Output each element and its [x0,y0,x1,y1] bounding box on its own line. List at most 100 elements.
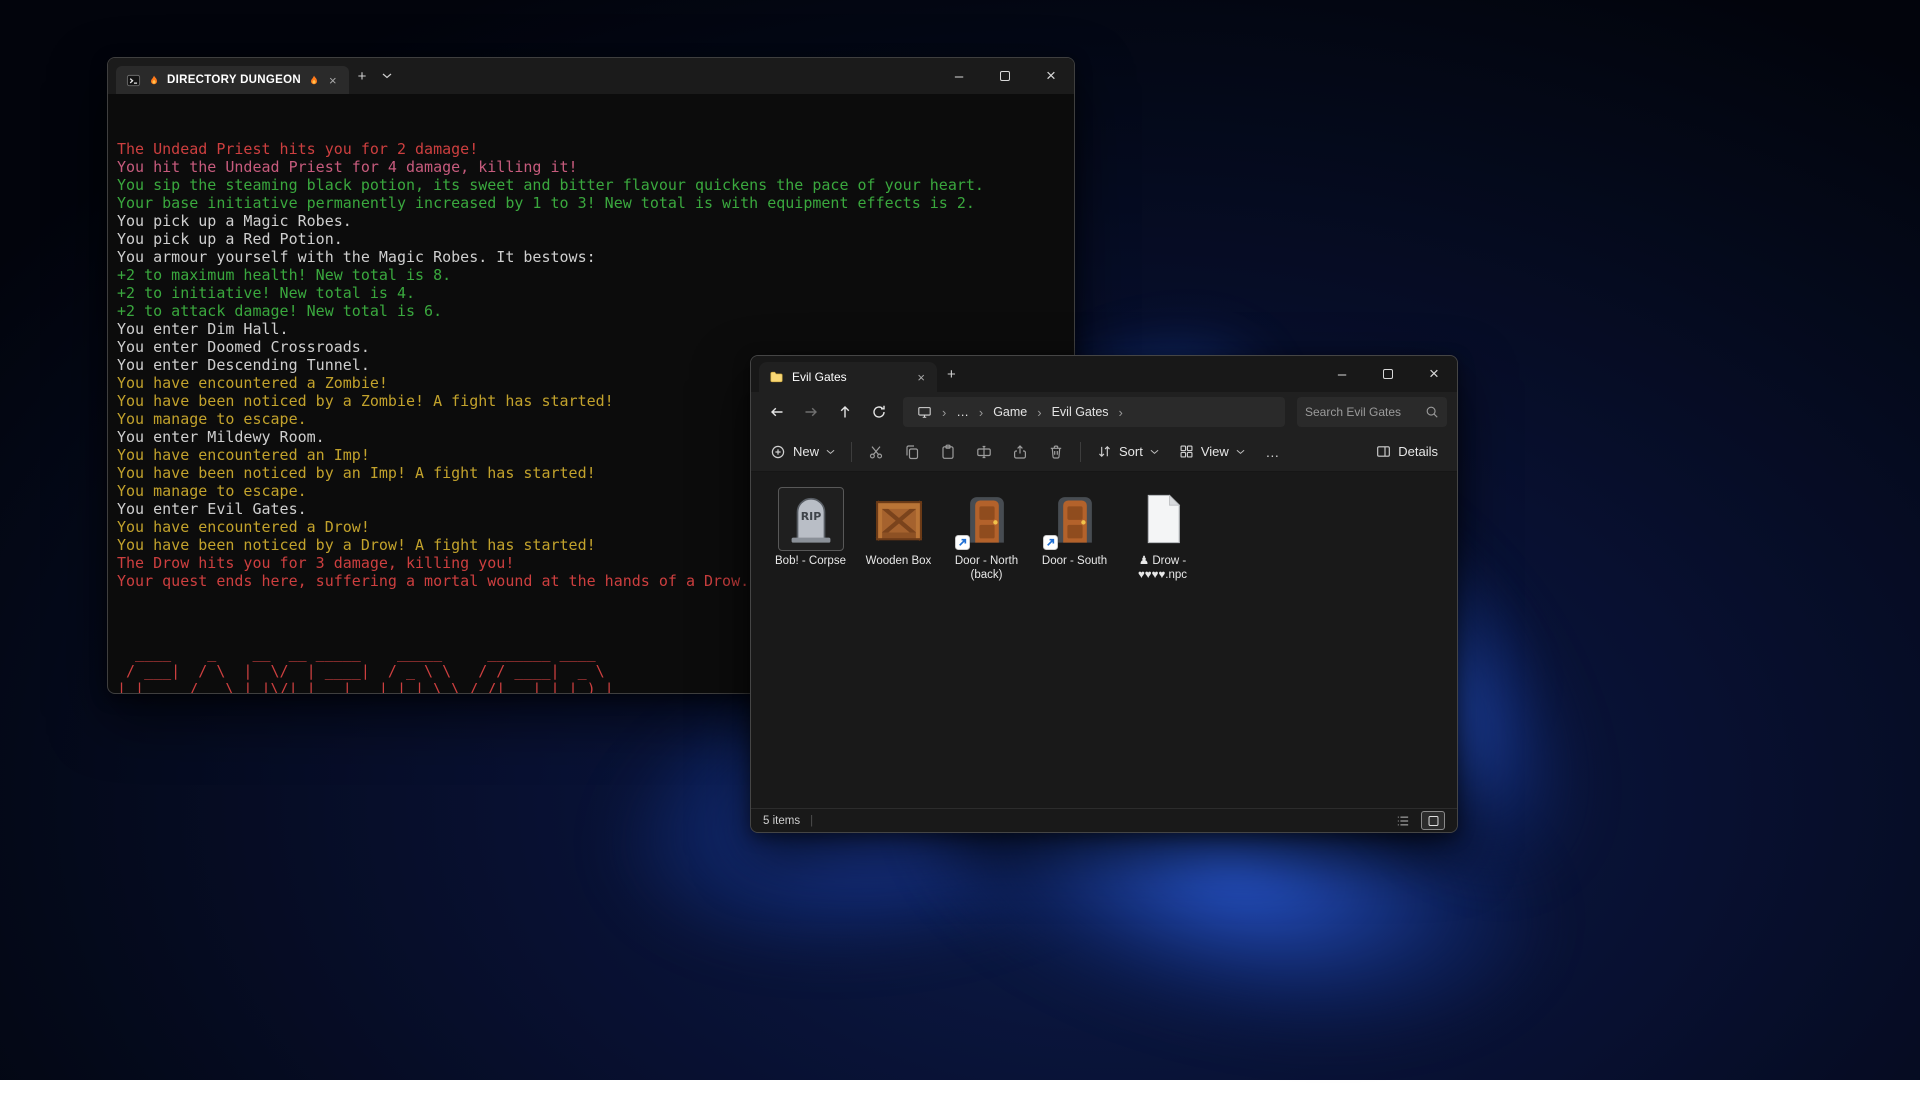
terminal-titlebar[interactable]: DIRECTORY DUNGEON × + – × [108,58,1074,94]
log-line: You enter Doomed Crossroads. [117,338,1068,356]
breadcrumb-chevron-icon: › [1035,405,1043,420]
flame-icon [308,74,320,87]
maximize-button[interactable] [982,58,1028,94]
explorer-tab-close-icon[interactable]: × [915,370,927,385]
details-pane-icon [1376,444,1391,459]
file-item[interactable]: Door - North (back) [943,484,1030,585]
log-line: You sip the steaming black potion, its s… [117,176,1068,194]
toolbar-divider [1080,442,1081,462]
explorer-command-bar: New Sort [751,432,1457,472]
file-item[interactable]: ♟ Drow - ♥♥♥♥.npc [1119,484,1206,585]
file-item[interactable]: Wooden Box [855,484,942,571]
breadcrumb-ellipsis[interactable]: … [950,403,975,421]
close-button[interactable]: × [1028,58,1074,94]
terminal-tab[interactable]: DIRECTORY DUNGEON × [116,66,349,94]
log-line: You hit the Undead Priest for 4 damage, … [117,158,1068,176]
explorer-window: Evil Gates × + – × › … › Gam [750,355,1458,833]
svg-text:RIP: RIP [800,510,821,523]
sort-icon [1097,444,1112,459]
explorer-titlebar[interactable]: Evil Gates × + – × [751,356,1457,392]
chevron-down-icon [826,449,835,455]
door-icon [954,487,1020,551]
search-icon [1425,405,1439,419]
shortcut-arrow-icon [955,535,970,550]
more-options-button[interactable]: … [1256,436,1290,468]
breadcrumb-chevron-icon: › [977,405,985,420]
share-button[interactable] [1003,436,1037,468]
view-grid-icon [1179,444,1194,459]
crate-icon [866,487,932,551]
file-item[interactable]: RIP Bob! - Corpse [767,484,854,571]
explorer-nav-bar: › … › Game › Evil Gates › [751,392,1457,432]
terminal-app-icon [126,73,141,88]
copy-button[interactable] [895,436,929,468]
file-name: Door - North (back) [945,554,1028,582]
item-count: 5 items [763,815,800,827]
file-icon [1130,487,1196,551]
minimize-button[interactable]: – [936,58,982,94]
details-button-label: Details [1398,444,1438,459]
search-input[interactable] [1305,405,1419,419]
delete-button[interactable] [1039,436,1073,468]
explorer-content-area[interactable]: RIP Bob! - Corpse Wooden Box Door - North (… [751,472,1457,808]
breadcrumb-item-game[interactable]: Game [987,403,1033,421]
flame-icon [148,74,160,87]
log-line: You armour yourself with the Magic Robes… [117,248,1068,266]
paste-button[interactable] [931,436,965,468]
new-plus-icon [770,444,786,460]
log-line: +2 to maximum health! New total is 8. [117,266,1068,284]
log-line: You pick up a Magic Robes. [117,212,1068,230]
shortcut-arrow-icon [1043,535,1058,550]
forward-button[interactable] [795,396,827,428]
door-icon [1042,487,1108,551]
breadcrumb-chevron-icon: › [1117,405,1125,420]
file-name: ♟ Drow - ♥♥♥♥.npc [1121,554,1204,582]
this-pc-icon[interactable] [911,403,938,421]
view-button[interactable]: View [1170,436,1254,468]
log-line: You pick up a Red Potion. [117,230,1068,248]
folder-icon [769,370,784,384]
search-box[interactable] [1297,397,1447,427]
breadcrumb-chevron-icon: › [940,405,948,420]
breadcrumb[interactable]: › … › Game › Evil Gates › [903,397,1285,427]
explorer-window-controls: – × [1319,356,1457,392]
terminal-tab-title: DIRECTORY DUNGEON [167,74,301,86]
cut-button[interactable] [859,436,893,468]
new-button-label: New [793,444,819,459]
refresh-button[interactable] [863,396,895,428]
large-icons-view-toggle[interactable] [1421,811,1445,830]
log-line: The Undead Priest hits you for 2 damage! [117,140,1068,158]
sort-button[interactable]: Sort [1088,436,1168,468]
log-line: +2 to attack damage! New total is 6. [117,302,1068,320]
explorer-new-tab-button[interactable]: + [937,366,966,383]
close-button[interactable]: × [1411,356,1457,392]
file-item[interactable]: Door - South [1031,484,1118,571]
file-name: Wooden Box [866,554,932,568]
maximize-button[interactable] [1365,356,1411,392]
sort-button-label: Sort [1119,444,1143,459]
terminal-tab-close-icon[interactable]: × [327,73,339,88]
view-button-label: View [1201,444,1229,459]
back-button[interactable] [761,396,793,428]
log-line: Your base initiative permanently increas… [117,194,1068,212]
details-button[interactable]: Details [1367,436,1447,468]
details-view-toggle[interactable] [1391,811,1415,830]
terminal-tab-dropdown-icon[interactable] [375,73,399,79]
terminal-new-tab-button[interactable]: + [349,68,376,85]
chevron-down-icon [1150,449,1159,455]
up-button[interactable] [829,396,861,428]
chevron-down-icon [1236,449,1245,455]
file-grid: RIP Bob! - Corpse Wooden Box Door - North (… [767,484,1441,585]
view-toggles [1391,811,1445,830]
new-button[interactable]: New [761,436,844,468]
explorer-tab[interactable]: Evil Gates × [759,362,937,392]
terminal-window-controls: – × [936,58,1074,94]
minimize-button[interactable]: – [1319,356,1365,392]
file-name: Bob! - Corpse [775,554,846,568]
rename-button[interactable] [967,436,1001,468]
status-divider: | [810,815,813,827]
explorer-status-bar: 5 items | [751,808,1457,832]
toolbar-divider [851,442,852,462]
log-line: +2 to initiative! New total is 4. [117,284,1068,302]
breadcrumb-item-evil-gates[interactable]: Evil Gates [1046,403,1115,421]
